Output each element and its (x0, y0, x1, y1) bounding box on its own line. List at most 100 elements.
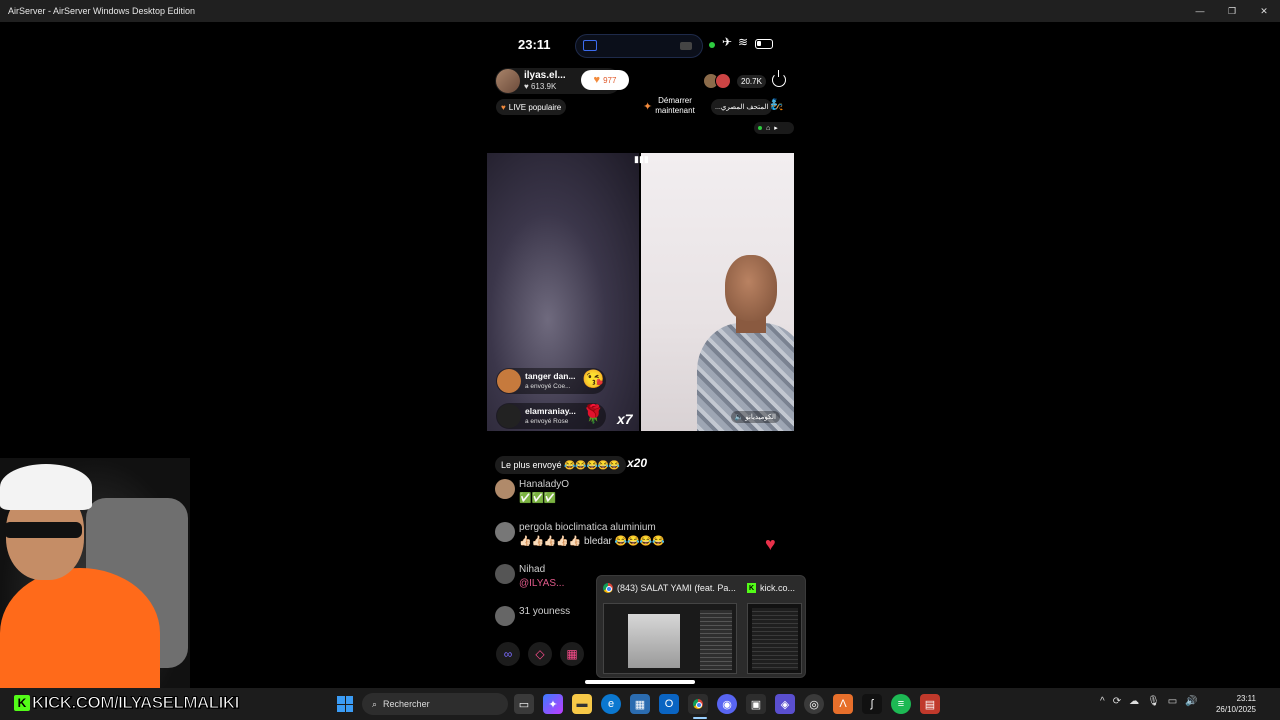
copilot-icon[interactable]: ✦ (543, 694, 563, 714)
viewer-list[interactable]: 20.7K (703, 72, 766, 90)
edge-icon[interactable]: e (601, 694, 621, 714)
streamer-cap (0, 464, 92, 510)
floating-heart-icon: ♥ (765, 534, 776, 554)
volume-icon[interactable]: 🔊 (1185, 696, 1197, 707)
commenter-avatar[interactable] (495, 522, 515, 542)
follow-button[interactable]: ♥ 977 (581, 70, 629, 90)
microphone-icon[interactable]: 🎙 (1147, 696, 1160, 707)
genie-icon[interactable]: 🧞 (770, 98, 784, 111)
kick-logo-icon: K (14, 695, 30, 711)
store-icon[interactable]: ▦ (630, 694, 650, 714)
gift-emoji: 🌹 (582, 404, 605, 424)
chevron-right-icon: ▸ (774, 125, 778, 132)
power-icon[interactable] (772, 70, 786, 87)
comment-text: @ILYAS... (519, 578, 565, 589)
gift-description: a envoyé Coe... (525, 383, 571, 390)
taskbar-preview-popup: (843) SALAT YAMI (feat. Pa... K kick.co.… (596, 575, 806, 678)
start-now-line2: maintenant (655, 106, 695, 115)
obs-icon[interactable]: ◎ (804, 694, 824, 714)
start-now-line1: Démarrer (658, 96, 692, 105)
battery-icon (755, 39, 773, 49)
cloud-icon[interactable]: ☁ (1129, 696, 1139, 707)
streamer-sunglasses (4, 522, 82, 538)
sync-icon[interactable]: ⟳ (1113, 696, 1121, 707)
discord-icon[interactable]: ◉ (717, 694, 737, 714)
system-tray: ^ ⟳ ☁ 🎙 ▭ 🔊 (1100, 696, 1198, 707)
heart-icon: ♥ (593, 74, 601, 86)
mini-controls[interactable]: ⌂ ▸ (754, 122, 794, 134)
taskbar-search[interactable]: ⌕ Rechercher (362, 693, 508, 715)
streamer-body (0, 568, 160, 688)
viewer-avatar[interactable] (715, 73, 731, 89)
chrome-icon (603, 583, 613, 593)
active-app-indicator (693, 717, 707, 719)
window-controls: — ❐ ✕ (1184, 0, 1280, 22)
link-icon[interactable]: ∞ (496, 642, 520, 666)
kick-banner: K KICK.COM/ILYASELMALIKI (14, 692, 240, 714)
preview-tab-youtube[interactable]: (843) SALAT YAMI (feat. Pa... (603, 583, 736, 593)
taskbar-clock[interactable]: 23:11 26/10/2025 (1216, 693, 1256, 715)
live-popular-badge[interactable]: ♥ LIVE populaire (496, 99, 567, 115)
dynamic-island (575, 34, 703, 58)
live-popular-label: LIVE populaire (508, 102, 562, 112)
clock-date: 26/10/2025 (1215, 705, 1256, 714)
online-dot-icon (758, 126, 762, 130)
wifi-icon: ≋ (738, 35, 749, 49)
comment-text: ✅✅✅ (519, 493, 557, 504)
camera-indicator-icon (709, 42, 715, 48)
home-indicator[interactable] (585, 680, 695, 684)
preview-tab-title: kick.co... (760, 583, 796, 593)
album-art (628, 614, 680, 668)
preview-tab-kick[interactable]: K kick.co... (747, 583, 795, 593)
audio-bars-icon: ▮▮▮ (634, 154, 649, 164)
network-icon[interactable]: ▭ (1168, 696, 1177, 707)
lightning-icon: ✦ (643, 100, 653, 113)
preview-thumbnail[interactable] (603, 603, 737, 674)
host-info[interactable]: ilyas.el... ♥ 613.9K ♥ 977 (495, 68, 629, 94)
gifter-avatar (497, 369, 521, 393)
gift-description: a envoyé Rose (525, 418, 569, 425)
commenter-name: 31 youness (519, 606, 571, 617)
tv-icon (680, 42, 692, 50)
grid-icon[interactable]: ▦ (560, 642, 584, 666)
file-explorer-icon[interactable]: ▬ (572, 694, 592, 714)
commenter-avatar[interactable] (495, 564, 515, 584)
app-window-icon[interactable]: ▣ (746, 694, 766, 714)
maximize-button[interactable]: ❐ (1216, 0, 1248, 22)
home-icon: ⌂ (766, 124, 771, 132)
gift-notification: elamraniay... a envoyé Rose 🌹 (496, 403, 606, 429)
ranking-badge[interactable]: ...المتحف المصري (711, 99, 773, 115)
search-icon: ⌕ (372, 698, 378, 709)
app-orange-icon[interactable]: Λ (833, 694, 853, 714)
status-time: 23:11 (518, 37, 551, 52)
app-red-icon[interactable]: ▤ (920, 694, 940, 714)
task-view-icon[interactable]: ▭ (514, 694, 534, 714)
multi-guest-icon[interactable]: ◇ (528, 642, 552, 666)
commenter-name: Nihad (519, 564, 546, 575)
guest-label[interactable]: 🔈 الكوميديانو (730, 411, 780, 423)
title-bar: AirServer - AirServer Windows Desktop Ed… (0, 0, 1280, 22)
start-button[interactable] (337, 696, 353, 712)
commenter-avatar[interactable] (495, 606, 515, 626)
gift-notification: tanger dan... a envoyé Coe... 😘 (496, 368, 606, 394)
comment-text: 👍🏻👍🏻👍🏻👍🏻👍🏻 bledar 😂😂😂😂 (519, 536, 665, 547)
outlook-icon[interactable]: O (659, 694, 679, 714)
preview-thumbnail[interactable] (747, 603, 802, 674)
flame-icon: ♥ (501, 102, 506, 112)
app-dark-icon[interactable]: ʃ (862, 694, 882, 714)
minimize-button[interactable]: — (1184, 0, 1216, 22)
follow-count: 977 (603, 75, 617, 85)
host-avatar[interactable] (496, 69, 520, 93)
spotify-icon[interactable]: ≡ (891, 694, 911, 714)
commenter-avatar[interactable] (495, 479, 515, 499)
commenter-name: HanaladyO (519, 479, 570, 490)
start-now-button[interactable]: ✦ Démarrer maintenant (643, 96, 695, 116)
gifter-name: tanger dan... (525, 371, 576, 381)
chevron-up-icon[interactable]: ^ (1100, 696, 1105, 707)
most-sent-badge: Le plus envoyé 😂😂😂😂😂 (495, 456, 627, 474)
chrome-taskbar-icon[interactable] (688, 694, 708, 714)
close-button[interactable]: ✕ (1248, 0, 1280, 22)
preview-tab-title: (843) SALAT YAMI (feat. Pa... (617, 583, 736, 593)
gamepad-icon[interactable]: ◈ (775, 694, 795, 714)
gifter-avatar (497, 404, 521, 428)
